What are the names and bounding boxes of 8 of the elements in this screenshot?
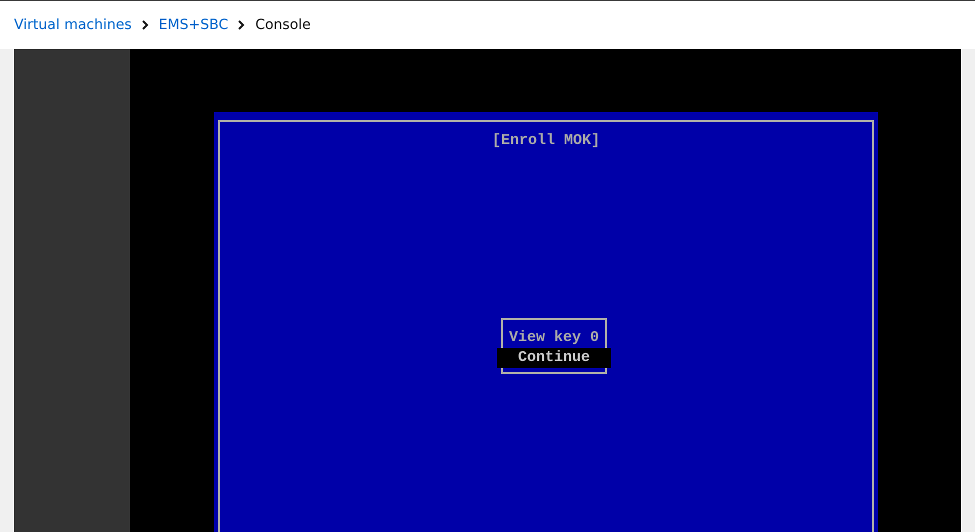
- breadcrumb-link[interactable]: Virtual machines: [14, 17, 132, 33]
- menu-item[interactable]: View key 0: [497, 328, 611, 348]
- page-title: Console: [255, 17, 311, 33]
- chevron-right-icon: [238, 20, 246, 30]
- console-title: [Enroll MOK]: [492, 131, 600, 151]
- chevron-right-icon: [142, 20, 149, 30]
- menu-item[interactable]: Continue: [497, 348, 611, 368]
- breadcrumb-link[interactable]: EMS+SBC: [158, 17, 228, 33]
